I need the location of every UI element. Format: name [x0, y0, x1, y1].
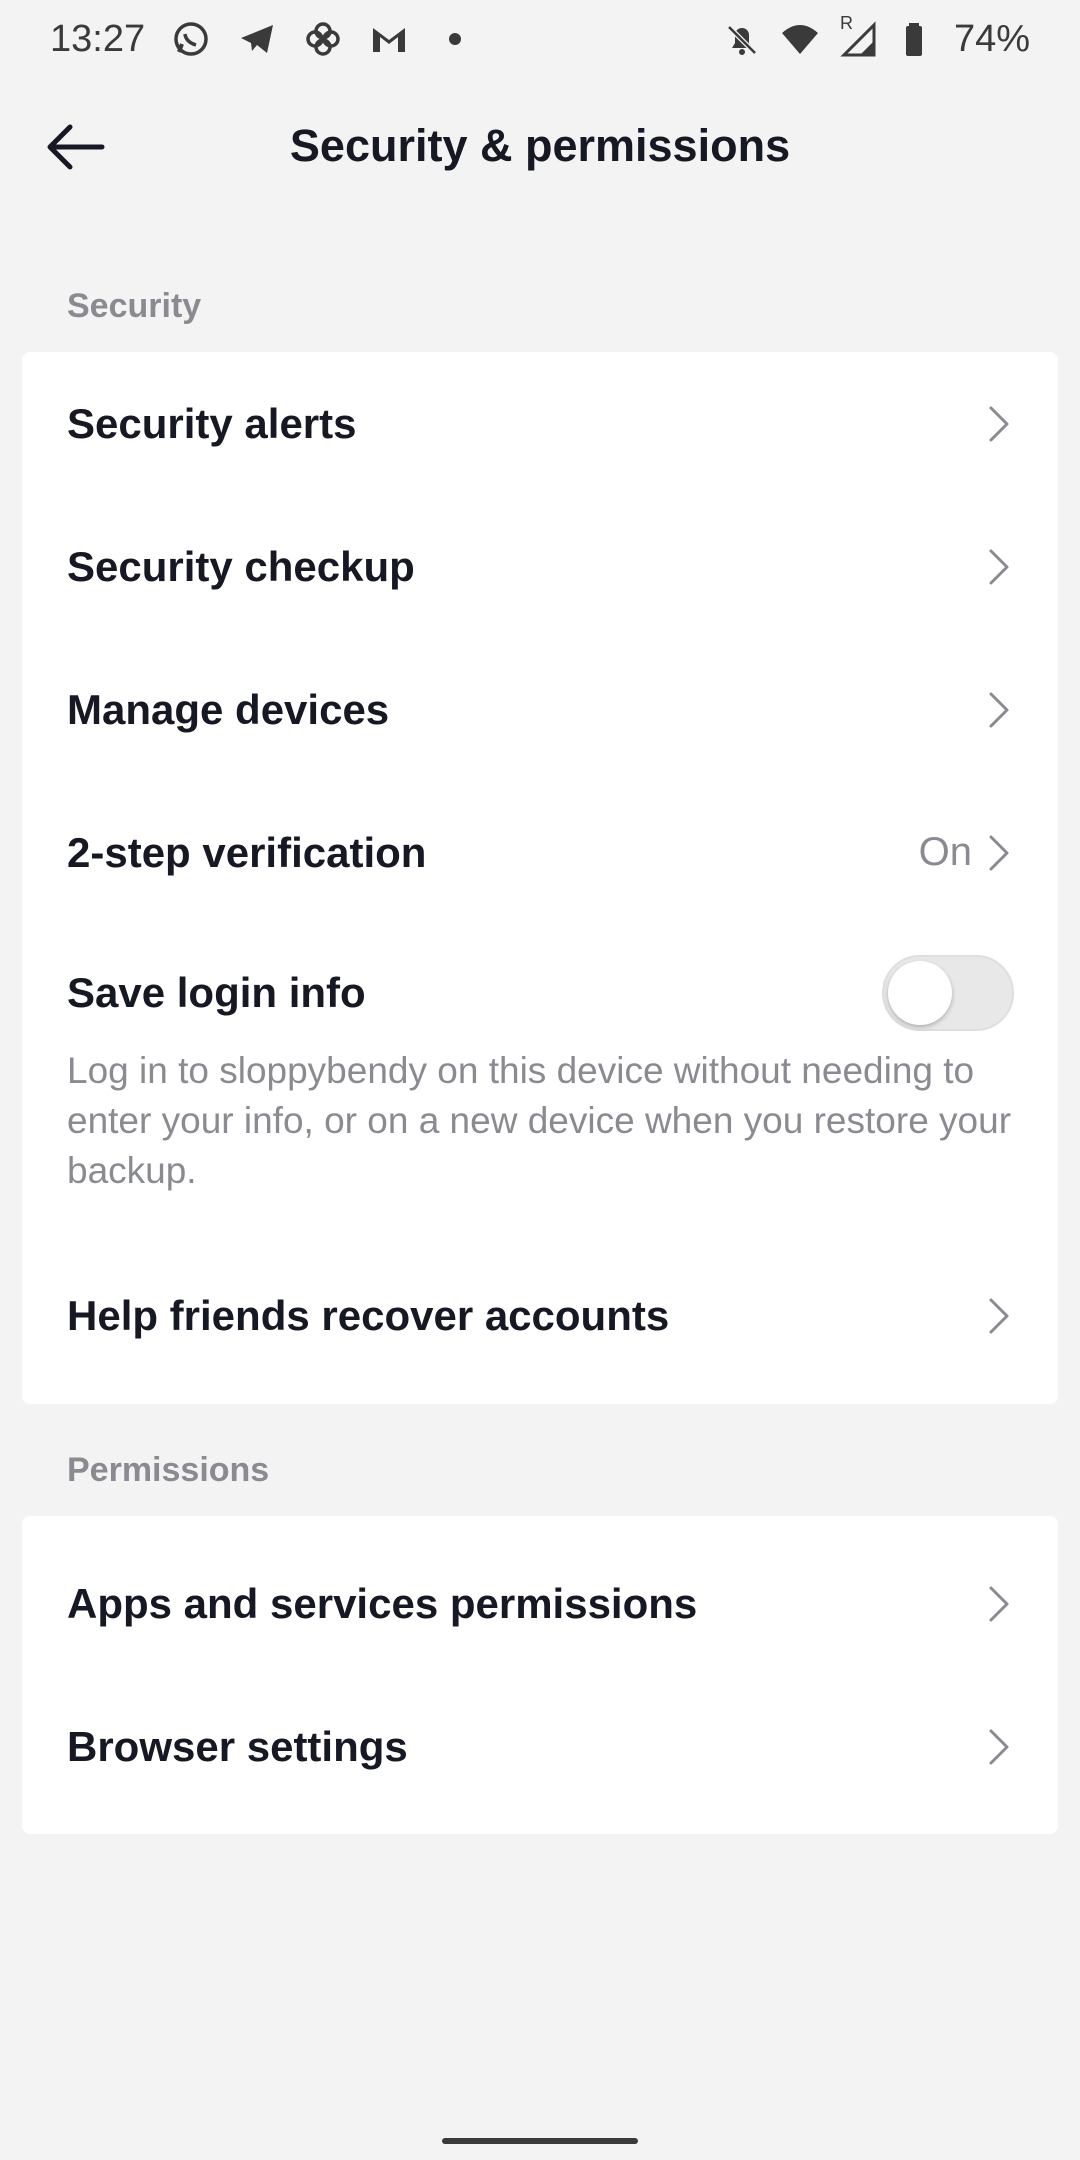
save-login-toggle[interactable]: [882, 955, 1014, 1031]
status-time: 13:27: [50, 17, 146, 60]
row-help-friends-recover[interactable]: Help friends recover accounts: [22, 1244, 1058, 1387]
security-card: Security alerts Security checkup Manage …: [22, 352, 1058, 1404]
toggle-knob: [888, 961, 952, 1025]
header: Security & permissions: [0, 90, 1080, 208]
section-label-security: Security: [67, 287, 202, 325]
row-label: Browser settings: [67, 1722, 408, 1770]
dot-icon: [435, 19, 475, 59]
chevron-right-icon: [984, 833, 1014, 873]
row-label: Help friends recover accounts: [67, 1291, 670, 1339]
row-apps-services-permissions[interactable]: Apps and services permissions: [22, 1532, 1058, 1675]
save-login-info-label: Save login info: [67, 969, 366, 1016]
status-left: 13:27: [50, 18, 475, 61]
chevron-right-icon: [984, 404, 1014, 444]
row-security-alerts[interactable]: Security alerts: [22, 352, 1058, 495]
status-bar: 13:27 R 74%: [0, 0, 1080, 78]
battery-icon: [896, 19, 936, 59]
status-value: On: [918, 830, 972, 874]
row-label: Apps and services permissions: [67, 1579, 698, 1627]
row-label: 2-step verification: [67, 828, 427, 876]
save-login-info-block: Save login info Log in to sloppybendy on…: [22, 924, 1058, 1244]
pinwheel-icon: [303, 19, 343, 59]
signal-icon: R: [838, 13, 878, 59]
row-manage-devices[interactable]: Manage devices: [22, 638, 1058, 781]
chevron-right-icon: [984, 1296, 1014, 1336]
row-browser-settings[interactable]: Browser settings: [22, 1675, 1058, 1818]
wifi-icon: [780, 19, 820, 59]
permissions-card: Apps and services permissions Browser se…: [22, 1516, 1058, 1834]
chevron-right-icon: [984, 547, 1014, 587]
status-right: R 74%: [722, 13, 1030, 61]
gesture-nav-handle[interactable]: [442, 2138, 638, 2144]
section-label-permissions: Permissions: [67, 1451, 270, 1489]
row-2-step-verification[interactable]: 2-step verification On: [22, 781, 1058, 924]
bell-off-icon: [722, 19, 762, 59]
row-label: Manage devices: [67, 685, 390, 733]
chevron-right-icon: [984, 690, 1014, 730]
whatsapp-icon: [171, 19, 211, 59]
telegram-icon: [237, 19, 277, 59]
save-login-description: Log in to sloppybendy on this device wit…: [67, 1050, 1012, 1191]
chevron-right-icon: [984, 1584, 1014, 1624]
row-label: Security alerts: [67, 399, 357, 447]
page-title: Security & permissions: [289, 120, 791, 171]
row-security-checkup[interactable]: Security checkup: [22, 495, 1058, 638]
row-label: Security checkup: [67, 542, 415, 590]
gmail-icon: [369, 19, 409, 59]
roaming-marker: R: [839, 13, 853, 33]
battery-level: 74%: [953, 17, 1030, 60]
chevron-right-icon: [984, 1727, 1014, 1767]
